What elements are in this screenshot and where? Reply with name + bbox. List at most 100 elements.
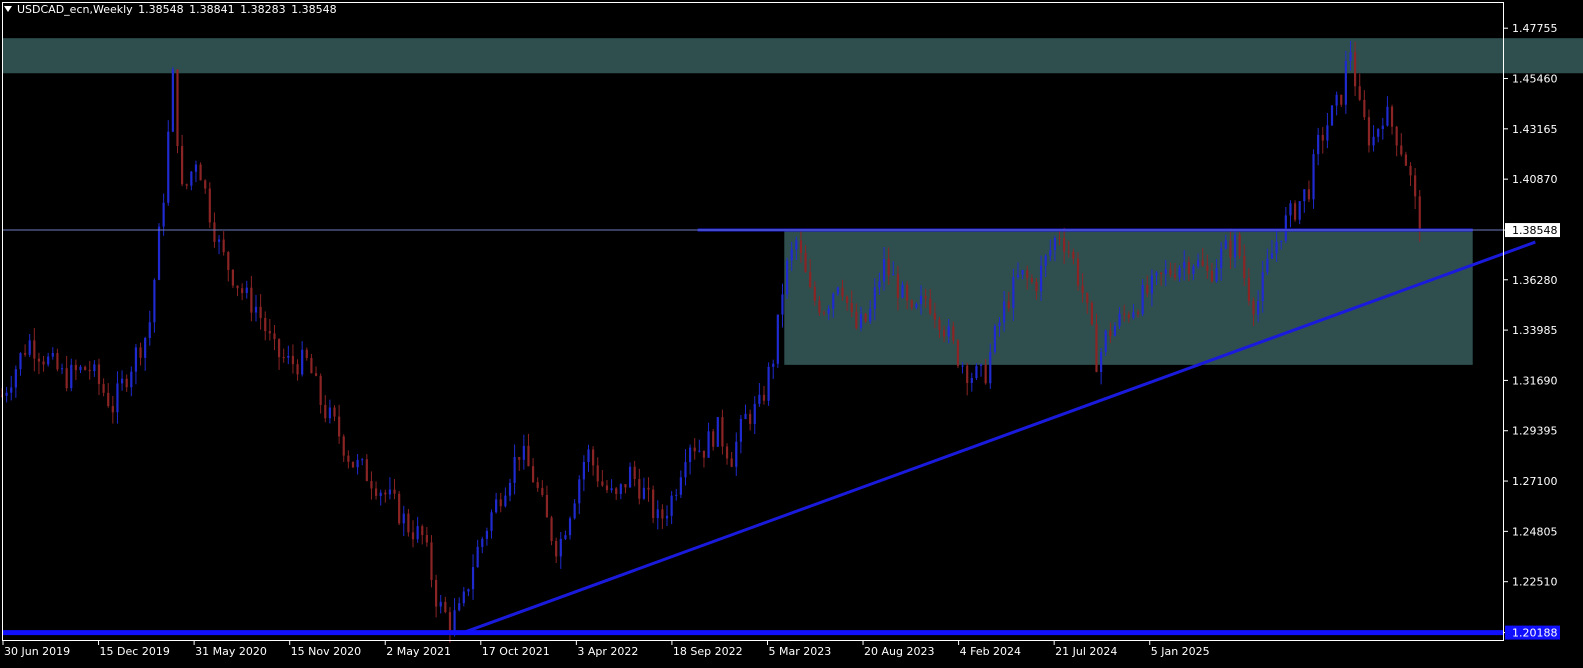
candle-body	[508, 482, 512, 496]
candle-body	[522, 445, 525, 460]
candle-body	[1039, 265, 1043, 292]
candle-body	[97, 364, 101, 385]
candle-body	[485, 530, 488, 539]
candle-body	[942, 329, 946, 337]
candle-body	[675, 494, 678, 496]
candle-body	[1372, 136, 1375, 146]
candle-body	[1183, 262, 1186, 268]
zone-range[interactable]	[784, 228, 1473, 365]
candle-body	[1317, 134, 1320, 155]
candle-body	[70, 364, 73, 389]
candle-body	[582, 461, 585, 480]
candle-body	[462, 591, 465, 604]
candle-body	[661, 509, 664, 519]
candle-body	[467, 589, 470, 592]
candle-body	[684, 462, 687, 478]
candle-body	[822, 312, 826, 314]
candle-body	[832, 293, 835, 309]
candle-body	[296, 364, 299, 375]
candle-body	[559, 538, 562, 557]
candle-body	[929, 298, 932, 314]
x-tick-label: 5 Mar 2023	[768, 645, 831, 658]
candle-body	[1358, 86, 1361, 100]
candle-body	[587, 449, 590, 462]
candle-body	[1035, 281, 1038, 292]
candle-body	[1330, 105, 1334, 126]
candle-body	[107, 392, 110, 407]
candle-body	[952, 326, 955, 341]
y-tick-label: 1.45460	[1512, 73, 1558, 86]
candle-body	[1150, 275, 1154, 294]
candle-body	[499, 499, 502, 507]
candle-body	[545, 494, 549, 518]
candle-body	[564, 535, 567, 539]
candle-body	[993, 325, 996, 352]
candle-body	[1132, 312, 1135, 318]
y-tick-label: 1.40870	[1512, 173, 1558, 186]
candle-body	[1386, 106, 1389, 126]
candle-body	[679, 477, 682, 495]
candle-body	[374, 488, 378, 496]
x-tick-label: 5 Jan 2025	[1151, 645, 1210, 658]
candle-body	[384, 492, 387, 495]
candle-body	[790, 249, 793, 261]
candle-body	[1155, 272, 1158, 276]
candle-body	[282, 357, 285, 359]
candle-body	[1026, 270, 1029, 279]
candle-body	[116, 383, 119, 413]
candle-body	[407, 513, 410, 533]
candle-body	[157, 226, 161, 280]
candle-body	[633, 466, 636, 480]
candle-body	[1321, 134, 1324, 141]
candle-body	[536, 482, 539, 488]
candle-body	[199, 164, 202, 181]
candle-body	[975, 365, 978, 379]
candle-body	[1206, 265, 1209, 271]
x-tick-label: 31 May 2020	[195, 645, 267, 658]
candle-body	[693, 447, 696, 452]
candle-body	[402, 513, 405, 524]
candle-body	[1072, 252, 1075, 259]
candle-body	[1340, 94, 1343, 105]
candle-body	[42, 361, 45, 365]
candle-body	[1261, 272, 1264, 301]
candle-body	[430, 542, 433, 580]
x-tick-label: 18 Sep 2022	[673, 645, 743, 658]
candle-body	[1063, 238, 1066, 252]
candle-body	[1164, 269, 1167, 275]
candle-body	[527, 445, 530, 467]
candle-body	[444, 601, 447, 613]
candle-body	[781, 294, 784, 315]
candle-body	[753, 403, 756, 424]
candle-body	[605, 485, 609, 491]
candle-body	[231, 269, 235, 286]
price-chart[interactable]: 1.47755 1.45460 1.43165 1.40870 1.36280 1.339…	[0, 0, 1583, 668]
candle-body	[476, 546, 479, 568]
candle-body	[162, 202, 165, 227]
candle-body	[227, 252, 230, 270]
candle-body	[1344, 60, 1347, 105]
candle-body	[1058, 237, 1061, 239]
candle-body	[144, 338, 147, 358]
candle-body	[1081, 285, 1084, 293]
candle-body	[33, 340, 36, 359]
candle-body	[804, 252, 807, 273]
y-tick-label: 1.29395	[1512, 425, 1558, 438]
candle-body	[1349, 52, 1352, 61]
candle-body	[550, 517, 553, 541]
candle-body	[624, 484, 627, 488]
candle-body	[1390, 106, 1394, 127]
y-tick-label: 1.47755	[1512, 22, 1558, 35]
candle-body	[213, 222, 216, 242]
candle-body	[1141, 285, 1144, 314]
y-tick-label: 1.27100	[1512, 475, 1558, 488]
candle-body	[1104, 330, 1107, 352]
candle-body	[1247, 277, 1250, 301]
candle-body	[1409, 165, 1412, 176]
candle-body	[60, 368, 64, 370]
candle-body	[338, 416, 341, 437]
candle-body	[333, 407, 336, 417]
candle-body	[619, 484, 622, 494]
current-price-label: 1.38548	[1512, 224, 1558, 237]
candle-body	[568, 518, 572, 536]
